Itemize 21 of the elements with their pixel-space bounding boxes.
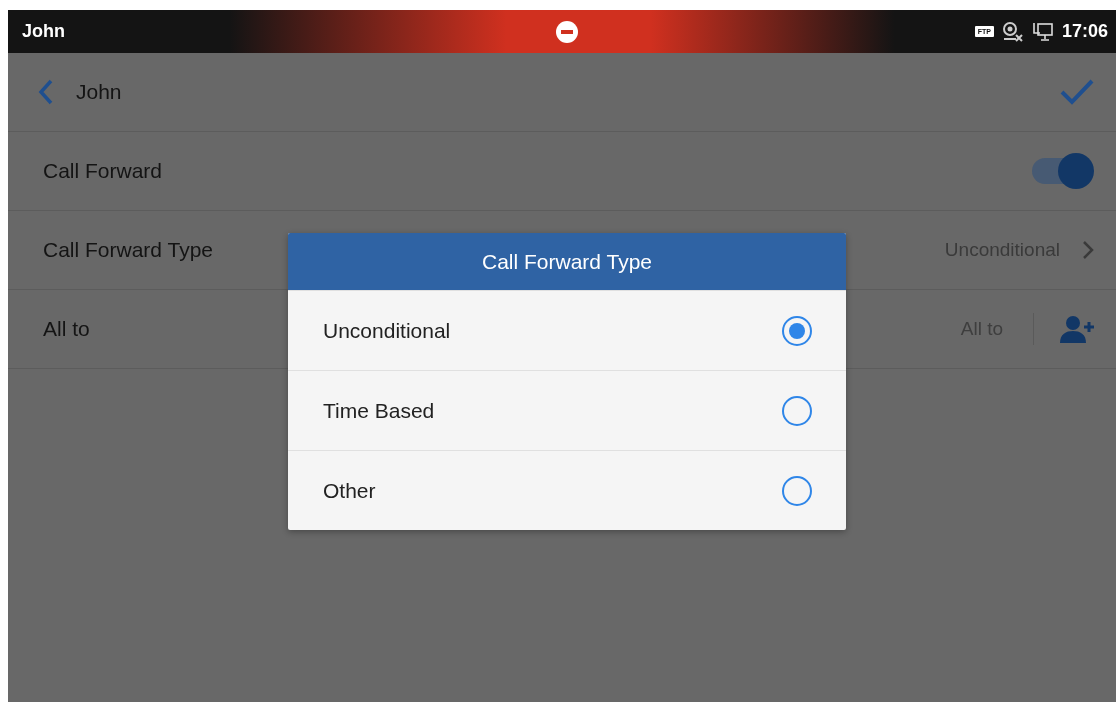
toggle-switch[interactable] bbox=[1030, 153, 1094, 189]
radio-button[interactable] bbox=[782, 395, 812, 426]
setting-label: Call Forward Type bbox=[43, 238, 213, 262]
add-contact-icon[interactable] bbox=[1060, 315, 1094, 343]
back-icon[interactable] bbox=[38, 79, 54, 105]
webcam-off-icon bbox=[1001, 20, 1024, 43]
setting-label: Call Forward bbox=[43, 159, 163, 183]
dialog-title: Call Forward Type bbox=[288, 233, 846, 290]
chevron-right-icon[interactable] bbox=[1082, 240, 1094, 260]
setting-label: All to bbox=[43, 317, 90, 341]
radio-button[interactable] bbox=[782, 475, 812, 506]
network-monitor-icon bbox=[1031, 20, 1054, 43]
do-not-disturb-icon bbox=[555, 20, 579, 44]
dialog-option[interactable]: Other bbox=[288, 450, 846, 530]
header-title: John bbox=[76, 80, 122, 104]
dialog-option[interactable]: Unconditional bbox=[288, 290, 846, 370]
status-time: 17:06 bbox=[1061, 21, 1108, 42]
status-user-name: John bbox=[22, 21, 65, 42]
check-icon[interactable] bbox=[1060, 79, 1094, 105]
dialog-option[interactable]: Time Based bbox=[288, 370, 846, 450]
radio-button[interactable] bbox=[782, 315, 812, 346]
